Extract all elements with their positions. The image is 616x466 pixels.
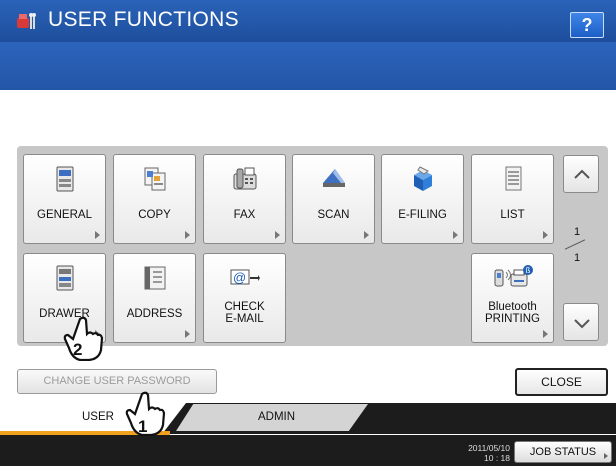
user-functions-icon [17,13,36,29]
svg-text:ß: ß [525,266,530,275]
check-e-mail-label: CHECK E-MAIL [204,301,285,325]
page-separator [564,239,586,250]
check-label-line2: E-MAIL [225,313,264,325]
address-label: ADDRESS [126,308,183,320]
fax-icon [233,167,256,190]
scan-label: SCAN [317,209,350,221]
fax-button[interactable]: FAX [203,154,286,244]
check-e-mail-button[interactable]: @ CHECK E-MAIL [203,253,286,343]
page-indicator: 1 1 [560,222,592,264]
drawer-printer-icon [56,265,73,291]
time-text: 10 : 18 [484,453,510,463]
callout-2-number: 2 [73,340,82,359]
e-filing-label: E-FILING [398,209,447,221]
general-button[interactable]: GENERAL [23,154,106,244]
pointing-hand-callout-1-icon: 1 [125,391,166,436]
tab-admin-label: ADMIN [258,411,296,423]
bluetooth-printing-label: Bluetooth PRINTING [472,301,553,325]
arrow-icon [364,231,369,239]
list-label: LIST [500,209,525,221]
scanner-icon [322,169,345,187]
screen: USER FUNCTIONS ? GENERAL COPY FAX SCAN E… [0,0,616,466]
bluetooth-printer-icon: ß [494,265,533,287]
arrow-icon [604,453,608,459]
arrow-icon [543,231,548,239]
pointing-hand-callout-2-icon: 2 [63,316,104,361]
arrow-icon [275,231,280,239]
bluetooth-label-line1: Bluetooth [488,301,537,313]
printer-icon [56,166,73,192]
svg-text:@: @ [233,270,246,285]
scan-button[interactable]: SCAN [292,154,375,244]
header-band [0,42,616,90]
title-bar: USER FUNCTIONS ? [0,0,616,42]
copy-label: COPY [138,209,171,221]
date-time: 2011/05/10 10 : 18 [446,443,510,463]
list-icon [505,166,521,191]
arrow-icon [543,330,548,338]
list-button[interactable]: LIST [471,154,554,244]
change-user-password-button[interactable]: CHANGE USER PASSWORD [17,369,217,394]
tab-admin[interactable]: ADMIN [176,404,368,431]
close-button[interactable]: CLOSE [515,368,608,396]
date-text: 2011/05/10 [468,443,510,453]
general-label: GENERAL [37,209,92,221]
e-filing-box-icon [413,166,432,191]
page-title: USER FUNCTIONS [48,8,239,31]
tab-user-label: USER [82,411,114,423]
email-icon: @ [230,269,260,285]
address-book-icon [144,266,165,290]
arrow-icon [95,231,100,239]
job-status-button[interactable]: JOB STATUS [514,441,612,463]
total-pages: 1 [574,252,581,264]
bluetooth-label-line2: PRINTING [485,313,540,325]
arrow-icon [453,231,458,239]
scroll-down-button[interactable] [563,303,599,341]
e-filing-button[interactable]: E-FILING [381,154,464,244]
check-label-line1: CHECK [224,301,265,313]
copy-button[interactable]: COPY [113,154,196,244]
scroll-up-button[interactable] [563,155,599,193]
bluetooth-printing-button[interactable]: ß Bluetooth PRINTING [471,253,554,343]
arrow-icon [185,330,190,338]
job-status-label: JOB STATUS [529,446,597,458]
callout-1-number: 1 [138,417,147,436]
current-page: 1 [574,226,581,238]
arrow-icon [185,231,190,239]
chevron-down-icon [574,319,590,329]
fax-label: FAX [233,209,256,221]
help-button[interactable]: ? [570,12,604,38]
address-button[interactable]: ADDRESS [113,253,196,343]
chevron-up-icon [574,169,590,179]
copy-icon [144,167,165,191]
